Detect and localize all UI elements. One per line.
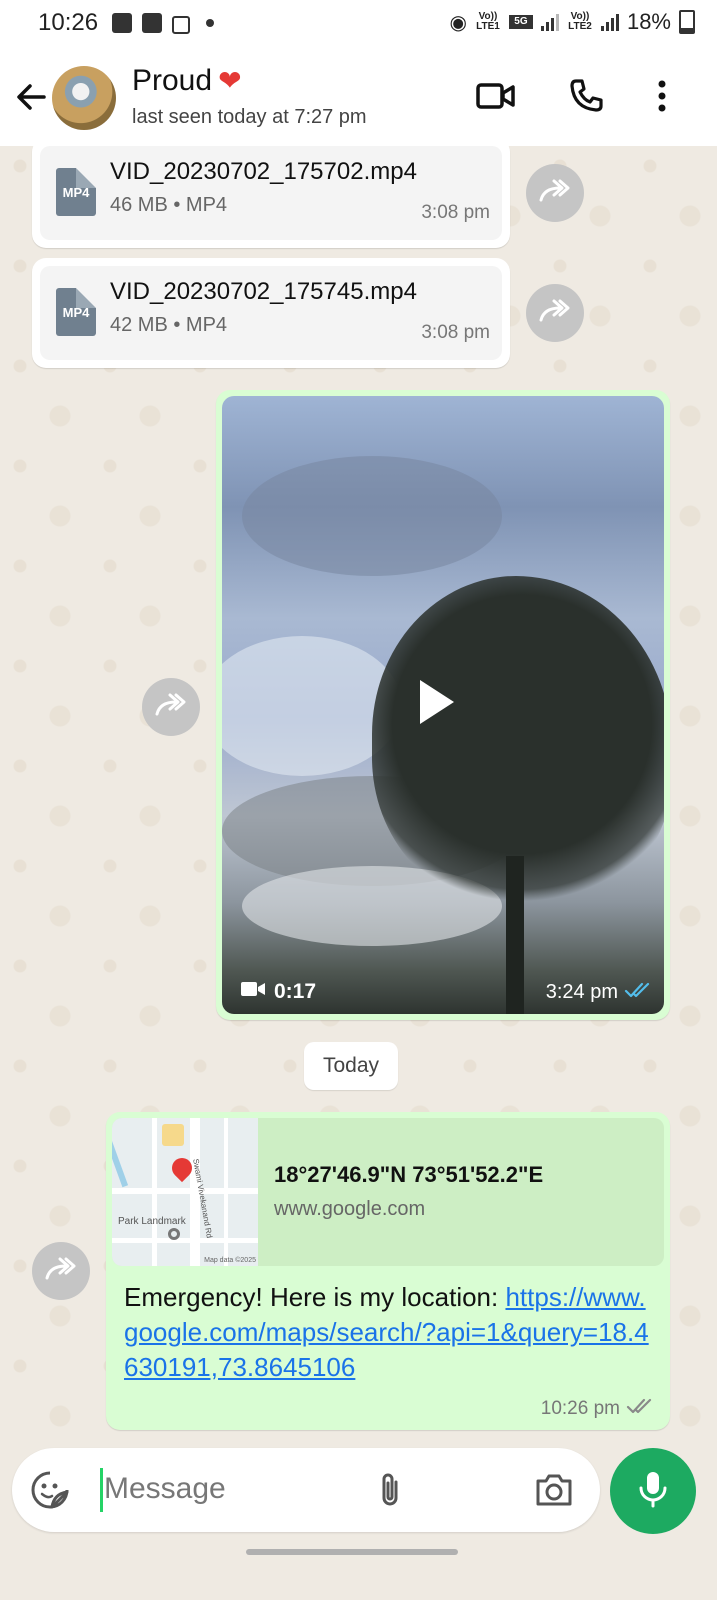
hotspot-icon: ◉	[449, 11, 467, 34]
back-arrow-icon[interactable]	[14, 80, 48, 114]
road-shape	[152, 1118, 157, 1266]
file-meta: 42 MB • MP4	[110, 314, 228, 336]
date-divider: Today	[304, 1042, 398, 1090]
file-meta: 46 MB • MP4	[110, 194, 228, 216]
status-bar: 10:26 ◉ Vo)) LTE1 5G Vo)) LTE2 18%	[0, 0, 717, 48]
landmark-shape	[162, 1124, 184, 1146]
phone-icon	[568, 78, 604, 119]
forward-icon	[154, 692, 188, 723]
contact-name-text: Proud	[132, 64, 213, 97]
battery-percent: 18%	[626, 9, 671, 34]
location-coordinates: 18°27'46.9"N 73°51'52.2"E	[274, 1162, 544, 1187]
video-camera-icon	[240, 980, 266, 1004]
battery-icon	[679, 10, 695, 34]
more-notifications-icon	[206, 19, 214, 27]
message-timestamp: 10:26 pm	[541, 1398, 654, 1420]
contact-name[interactable]: Proud ❤	[132, 64, 242, 98]
forward-button[interactable]	[142, 678, 200, 736]
last-seen-status: last seen today at 7:27 pm	[132, 106, 367, 128]
message-time: 10:26 pm	[540, 1398, 620, 1419]
message-time: 3:08 pm	[421, 202, 490, 223]
message-time: 3:08 pm	[421, 322, 490, 343]
more-vertical-icon	[656, 79, 668, 118]
map-attribution: Map data ©2025	[204, 1257, 256, 1264]
camera-button[interactable]	[532, 1470, 576, 1510]
forward-button[interactable]	[526, 284, 584, 342]
message-input[interactable]: Message	[104, 1472, 226, 1506]
signal2-icon	[600, 13, 619, 31]
volte1-label: Vo)) LTE1	[476, 11, 500, 32]
message-time: 3:24 pm	[545, 981, 618, 1003]
text-cursor	[100, 1468, 103, 1512]
attach-button[interactable]	[370, 1470, 410, 1510]
status-time: 10:26	[38, 9, 99, 36]
play-icon[interactable]	[420, 680, 454, 724]
video-timestamp: 3:24 pm	[546, 981, 652, 1004]
home-indicator[interactable]	[246, 1549, 458, 1555]
sticker-button[interactable]	[30, 1470, 70, 1510]
microphone-icon	[636, 1469, 670, 1514]
location-domain: www.google.com	[274, 1198, 426, 1220]
paperclip-icon	[370, 1473, 410, 1514]
file-card: MP4 VID_20230702_175702.mp4 46 MB • MP4 …	[40, 146, 502, 240]
map-thumbnail[interactable]: Park Landmark Swami Vivekanand Rd Map da…	[112, 1118, 258, 1266]
forward-icon	[538, 298, 572, 329]
road-shape	[112, 1238, 258, 1243]
place-marker-icon	[168, 1228, 180, 1240]
notification-icons	[112, 12, 214, 34]
read-receipt-icon	[624, 981, 652, 1004]
network-label: 5G	[508, 15, 533, 29]
location-message[interactable]: Park Landmark Swami Vivekanand Rd Map da…	[106, 1112, 670, 1430]
road-shape	[224, 1118, 228, 1266]
file-name: VID_20230702_175745.mp4	[110, 278, 417, 305]
video-call-button[interactable]	[474, 76, 518, 120]
system-icons: ◉ Vo)) LTE1 5G Vo)) LTE2 18%	[449, 9, 695, 35]
checkbox-notification-icon	[142, 13, 162, 33]
gallery-notification-icon	[112, 13, 132, 33]
lock-notification-icon	[172, 16, 190, 34]
video-call-icon	[476, 81, 516, 116]
chat-area[interactable]: MP4 VID_20230702_175702.mp4 46 MB • MP4 …	[0, 146, 717, 1440]
file-card: MP4 VID_20230702_175745.mp4 42 MB • MP4 …	[40, 266, 502, 360]
heart-emoji: ❤	[218, 65, 242, 96]
message-text: Emergency! Here is my location: https://…	[124, 1280, 654, 1385]
forward-button[interactable]	[32, 1242, 90, 1300]
tree-trunk	[506, 856, 524, 1014]
composer-bar: Message	[0, 1440, 717, 1600]
message-input-container[interactable]: Message	[12, 1448, 600, 1532]
chat-header: Proud ❤ last seen today at 7:27 pm	[0, 48, 717, 146]
more-options-button[interactable]	[640, 76, 684, 120]
forward-button[interactable]	[526, 164, 584, 222]
forward-icon	[44, 1256, 78, 1287]
voice-message-button[interactable]	[610, 1448, 696, 1534]
sticker-icon	[30, 1471, 70, 1514]
video-message[interactable]: 0:17 3:24 pm	[216, 390, 670, 1020]
location-preview-card[interactable]: Park Landmark Swami Vivekanand Rd Map da…	[112, 1118, 664, 1266]
duration-text: 0:17	[274, 980, 317, 1003]
forward-icon	[538, 178, 572, 209]
file-badge: MP4	[62, 184, 90, 200]
cloud-shape	[242, 456, 502, 576]
video-duration: 0:17	[240, 980, 316, 1004]
map-place-label: Park Landmark	[118, 1216, 186, 1227]
camera-icon	[532, 1474, 576, 1514]
water-shape	[112, 1128, 129, 1188]
file-badge: MP4	[62, 304, 90, 320]
file-name: VID_20230702_175702.mp4	[110, 158, 417, 185]
message-body: Emergency! Here is my location:	[124, 1282, 506, 1312]
signal1-icon	[540, 13, 559, 31]
volte2-label: Vo)) LTE2	[568, 11, 592, 32]
delivered-receipt-icon	[626, 1398, 654, 1420]
file-message-2[interactable]: MP4 VID_20230702_175745.mp4 42 MB • MP4 …	[32, 258, 510, 368]
file-message-1[interactable]: MP4 VID_20230702_175702.mp4 46 MB • MP4 …	[32, 146, 510, 248]
mp4-file-icon: MP4	[56, 168, 96, 216]
road-shape	[112, 1188, 258, 1194]
voice-call-button[interactable]	[564, 76, 608, 120]
video-thumbnail[interactable]: 0:17 3:24 pm	[222, 396, 664, 1014]
contact-avatar[interactable]	[52, 66, 116, 130]
mp4-file-icon: MP4	[56, 288, 96, 336]
